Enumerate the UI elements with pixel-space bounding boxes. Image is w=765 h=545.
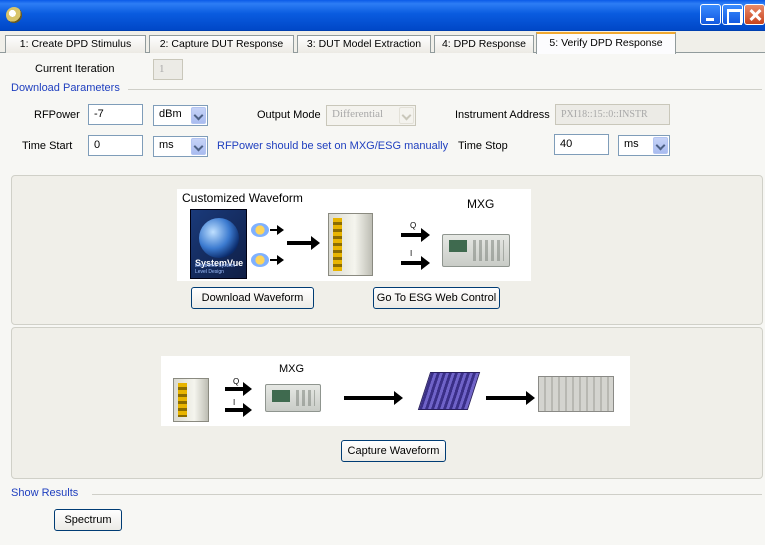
arrow-icon (287, 236, 320, 250)
q-label: Q (410, 221, 417, 230)
dropdown-chevron-icon[interactable] (191, 107, 206, 124)
title-bar (0, 0, 765, 31)
globe-icon (199, 218, 239, 258)
mxg-label: MXG (279, 363, 305, 375)
capture-section: Q I MXG Capture Waveform (11, 327, 763, 479)
pxi-instrument-image (328, 213, 373, 276)
folder-icon (251, 223, 269, 237)
tab-dpd-response[interactable]: 4: DPD Response (434, 35, 534, 53)
download-section: Customized Waveform MXG SystemVue Electr… (11, 175, 763, 325)
download-flow-diagram: Customized Waveform MXG SystemVue Electr… (177, 189, 531, 281)
tab-strip: 1: Create DPD Stimulus 2: Capture DUT Re… (0, 31, 765, 54)
arrow-icon (270, 225, 284, 235)
customized-waveform-title: Customized Waveform (182, 191, 303, 205)
tab-verify-dpd-response[interactable]: 5: Verify DPD Response (536, 32, 676, 54)
current-iteration-label: Current Iteration (35, 63, 115, 75)
time-stop-unit-value: ms (624, 138, 639, 150)
arrow-icon (401, 228, 430, 242)
download-parameters-title: Download Parameters (11, 82, 120, 94)
instrument-address-field: PXI18::15::0::INSTR (555, 104, 670, 125)
rfpower-input[interactable]: -7 (88, 104, 143, 125)
tab-capture-dut-response[interactable]: 2: Capture DUT Response (149, 35, 294, 53)
close-icon[interactable] (744, 4, 765, 25)
folder-icon (251, 253, 269, 267)
tab-dut-model-extraction[interactable]: 3: DUT Model Extraction (297, 35, 431, 53)
tab-panel: Current Iteration 1 Download Parameters … (0, 53, 765, 545)
current-iteration-field: 1 (153, 59, 183, 80)
group-divider (92, 494, 762, 495)
arrow-icon (225, 403, 252, 417)
minimize-icon[interactable] (700, 4, 721, 25)
systemvue-sub: Electronic System-Level Design (195, 263, 237, 275)
systemvue-logo: SystemVue Electronic System-Level Design (190, 209, 247, 279)
mxg-label: MXG (467, 197, 495, 211)
group-divider (128, 89, 762, 90)
dropdown-chevron-icon (399, 107, 414, 124)
q-label: Q (233, 377, 240, 386)
time-start-input[interactable]: 0 (88, 135, 143, 156)
i-label: I (233, 398, 236, 407)
i-label: I (410, 249, 413, 258)
time-stop-unit-select[interactable]: ms (618, 135, 670, 156)
maximize-icon[interactable] (722, 4, 743, 25)
spectrum-button[interactable]: Spectrum (54, 509, 122, 531)
arrow-icon (225, 382, 252, 396)
rfpower-unit-select[interactable]: dBm (153, 105, 208, 126)
tab-create-dpd-stimulus[interactable]: 1: Create DPD Stimulus (5, 35, 146, 53)
arrow-icon (401, 256, 430, 270)
dropdown-chevron-icon[interactable] (653, 137, 668, 154)
mxg-instrument-image (265, 384, 321, 412)
mxg-instrument-image (442, 234, 510, 267)
time-stop-label: Time Stop (458, 140, 508, 152)
analyzer-instrument-image (538, 376, 614, 412)
dropdown-chevron-icon[interactable] (191, 138, 206, 155)
time-start-unit-select[interactable]: ms (153, 136, 208, 157)
arrow-icon (486, 391, 535, 405)
rfpower-note: RFPower should be set on MXG/ESG manuall… (217, 140, 449, 152)
amplifier-image (417, 372, 481, 410)
pxi-instrument-image (173, 378, 209, 422)
show-results-title: Show Results (11, 487, 79, 499)
output-mode-label: Output Mode (257, 109, 321, 121)
time-start-unit-value: ms (159, 139, 174, 151)
download-waveform-button[interactable]: Download Waveform (191, 287, 314, 309)
app-icon[interactable] (6, 7, 22, 23)
arrow-icon (270, 255, 284, 265)
esg-web-control-button[interactable]: Go To ESG Web Control (373, 287, 500, 309)
instrument-address-label: Instrument Address (455, 109, 550, 121)
time-start-label: Time Start (22, 140, 73, 152)
output-mode-select: Differential (326, 105, 416, 126)
arrow-icon (344, 391, 403, 405)
rfpower-unit-value: dBm (159, 108, 182, 120)
capture-waveform-button[interactable]: Capture Waveform (341, 440, 446, 462)
time-stop-input[interactable]: 40 (554, 134, 609, 155)
output-mode-value: Differential (332, 108, 384, 120)
rfpower-label: RFPower (34, 109, 80, 121)
capture-flow-diagram: Q I MXG (161, 356, 630, 426)
